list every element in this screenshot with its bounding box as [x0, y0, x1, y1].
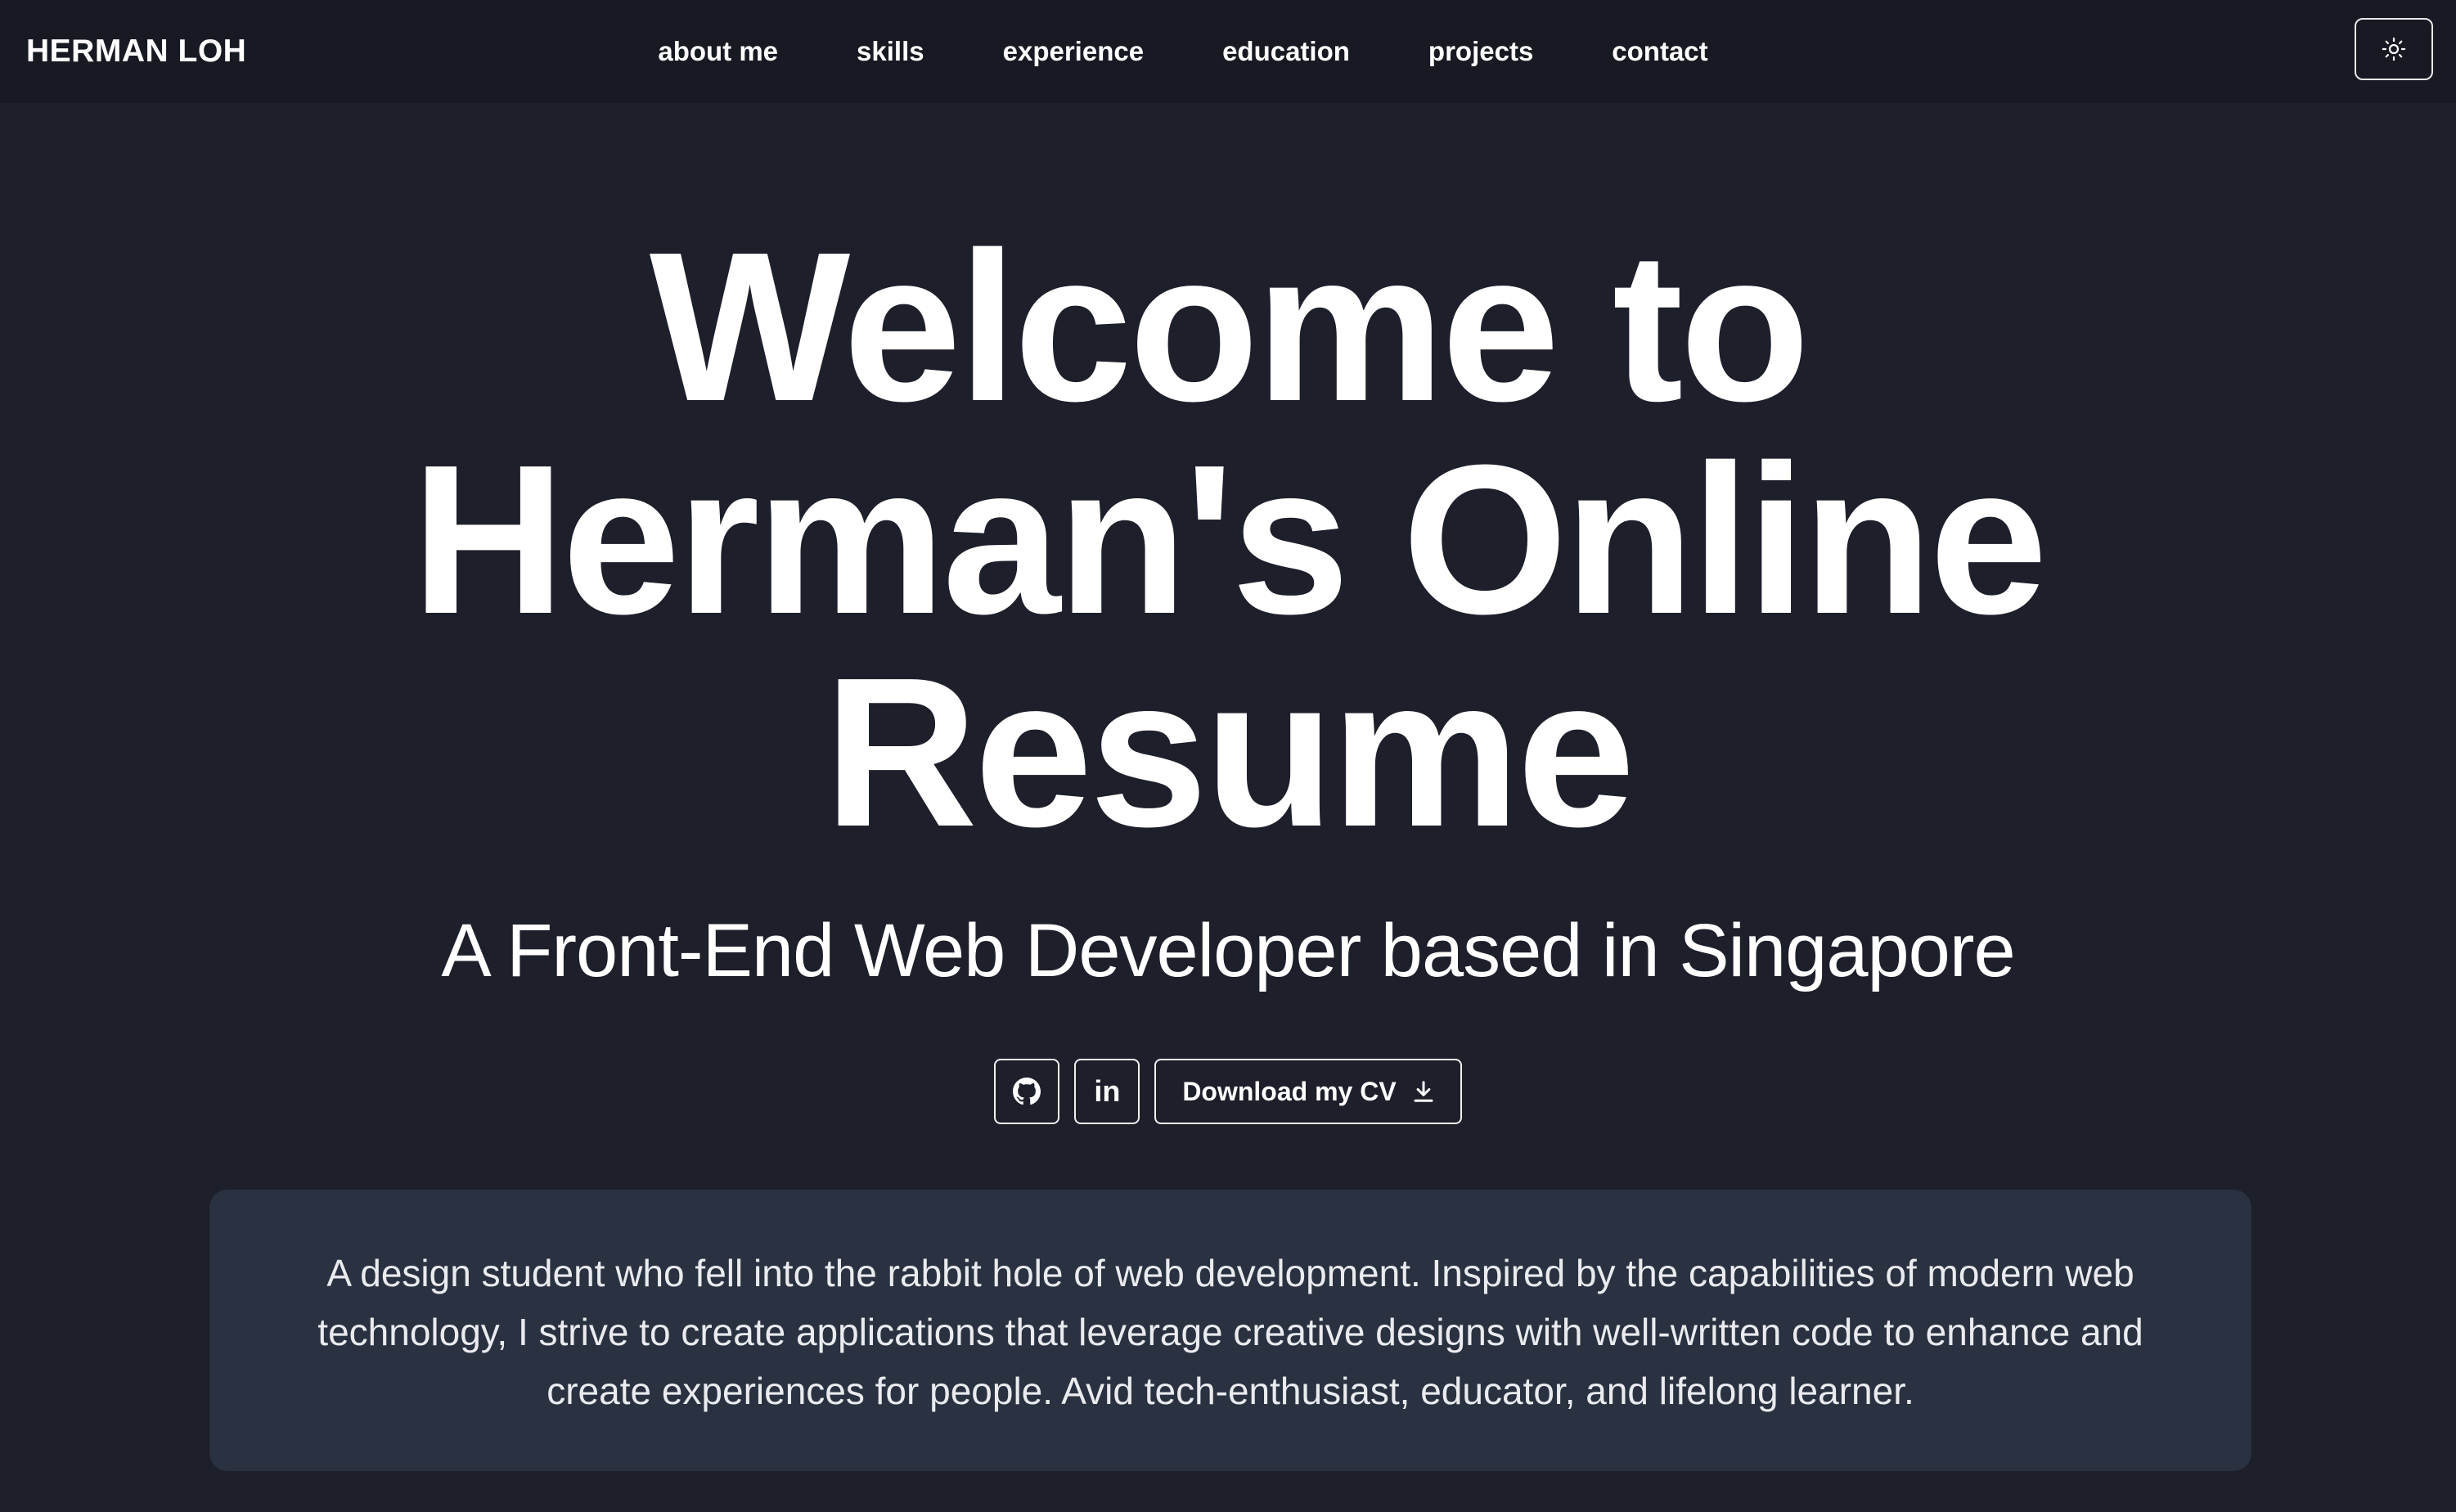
- linkedin-button[interactable]: in: [1074, 1059, 1140, 1124]
- nav-link-projects[interactable]: projects: [1389, 36, 1572, 67]
- nav-link-about-me[interactable]: about me: [618, 36, 817, 67]
- about-card: A design student who fell into the rabbi…: [209, 1190, 2251, 1471]
- download-cv-button[interactable]: Download my CV: [1154, 1059, 1462, 1124]
- hero-title: Welcome to Herman's Online Resume: [412, 209, 2048, 871]
- navbar: HERMAN LOH about me skills experience ed…: [0, 0, 2456, 103]
- about-text: A design student who fell into the rabbi…: [317, 1252, 2143, 1412]
- nav-link-skills[interactable]: skills: [817, 36, 964, 67]
- nav-link-contact[interactable]: contact: [1572, 36, 1747, 67]
- sun-icon: [2382, 37, 2406, 61]
- theme-toggle-button[interactable]: [2355, 18, 2433, 80]
- github-icon: [1013, 1078, 1041, 1105]
- hero-subtitle: A Front-End Web Developer based in Singa…: [441, 909, 2015, 992]
- nav-link-experience[interactable]: experience: [964, 36, 1183, 67]
- linkedin-icon: in: [1094, 1074, 1121, 1108]
- action-buttons: in Download my CV: [0, 1059, 2456, 1124]
- download-icon: [1414, 1081, 1433, 1102]
- github-button[interactable]: [994, 1059, 1060, 1124]
- hero-section: Welcome to Herman's Online Resume: [0, 221, 2456, 859]
- nav-link-education[interactable]: education: [1183, 36, 1389, 67]
- download-cv-label: Download my CV: [1182, 1076, 1397, 1106]
- nav-links: about me skills experience education pro…: [0, 0, 2456, 103]
